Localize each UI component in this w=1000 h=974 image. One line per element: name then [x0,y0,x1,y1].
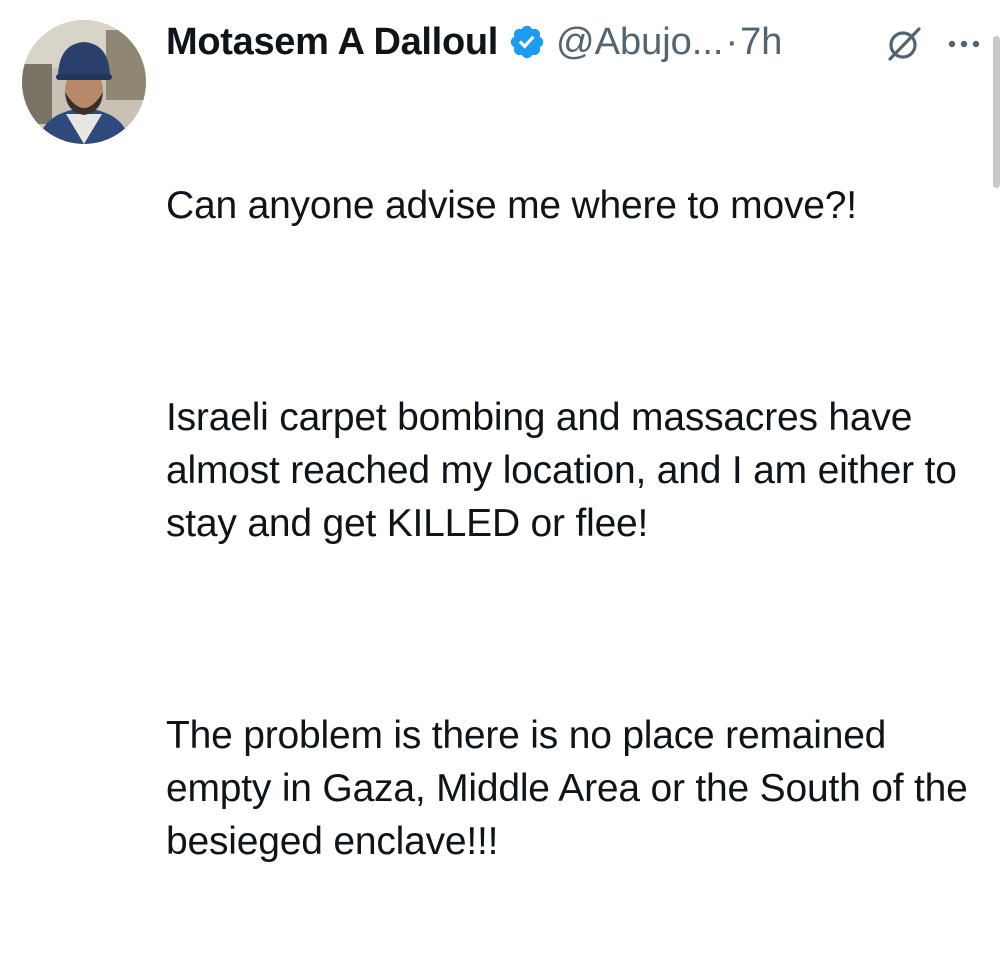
more-icon[interactable] [944,26,984,62]
tweet-paragraph: Israeli carpet bombing and massacres hav… [166,396,968,545]
verified-badge-icon [508,23,546,61]
separator-dot: · [725,20,739,63]
tweet-text: Can anyone advise me where to move?! Isr… [166,73,986,974]
grok-icon[interactable] [884,24,924,64]
display-name[interactable]: Motasem A Dalloul [166,21,498,64]
timestamp[interactable]: 7h [740,21,782,64]
handle[interactable]: @Abujo... [556,21,723,64]
tweet: Motasem A Dalloul @Abujo... · 7h Can any… [0,0,1000,863]
tweet-paragraph: Can anyone advise me where to move?! [166,184,857,227]
tweet-paragraph: The problem is there is no place remaine… [166,714,979,863]
scrollbar[interactable] [993,36,1000,188]
avatar[interactable] [22,20,146,144]
tweet-header: Motasem A Dalloul @Abujo... · 7h [166,12,782,72]
